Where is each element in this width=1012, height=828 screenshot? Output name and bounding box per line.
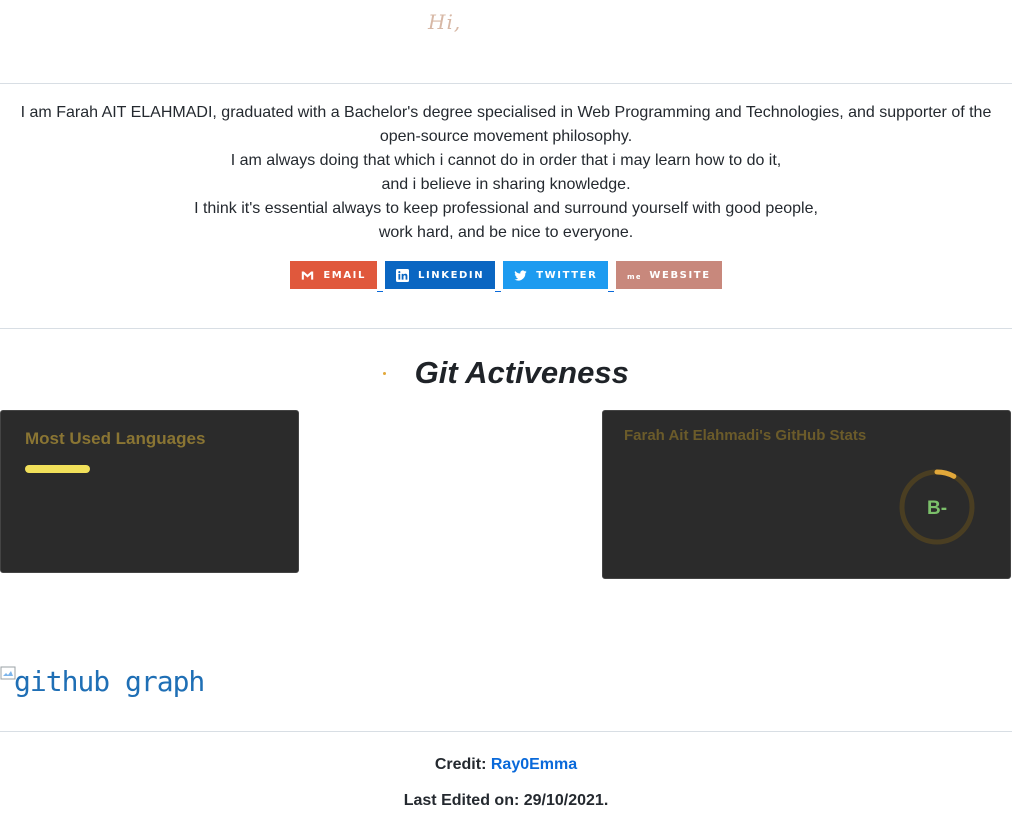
social-badges: EMAIL LINKEDIN TWITTER me WEBSITE (0, 261, 1012, 292)
wave-gif-icon (383, 371, 387, 375)
bio-line: I think it's essential always to keep pr… (194, 200, 818, 217)
bio-text: I am Farah AIT ELAHMADI, graduated with … (0, 101, 1012, 245)
divider-bottom (0, 731, 1012, 732)
languages-card-title: Most Used Languages (25, 429, 206, 448)
most-used-languages-card: Most Used Languages (0, 410, 299, 573)
divider-top (0, 83, 1012, 84)
website-badge-label: WEBSITE (649, 269, 711, 281)
website-badge-link[interactable]: me WEBSITE (616, 261, 722, 289)
bio-line: I am always doing that which i cannot do… (230, 152, 782, 169)
linkedin-badge-label: LINKEDIN (417, 269, 485, 281)
broken-image-icon (0, 666, 16, 680)
credit-label: Credit: (434, 756, 487, 773)
link-underline (376, 291, 383, 292)
grade-text: B- (927, 498, 947, 519)
linkedin-badge-link[interactable]: LINKEDIN (384, 261, 502, 292)
credit-link[interactable]: Ray0Emma (491, 756, 577, 773)
link-underline (608, 291, 615, 292)
about-me-icon: me (627, 271, 640, 280)
twitter-icon (514, 269, 527, 281)
bio-line: I am Farah AIT ELAHMADI, graduated with … (20, 104, 992, 121)
bio-line: work hard, and be nice to everyone. (378, 224, 634, 241)
twitter-badge-label: TWITTER (536, 269, 598, 281)
grade-ring: B- (899, 469, 975, 545)
github-stats-card: Farah Ait Elahmadi's GitHub Stats B- (602, 410, 1011, 579)
divider-middle (0, 328, 1012, 329)
email-badge[interactable]: EMAIL (290, 261, 377, 289)
email-badge-link[interactable]: EMAIL (290, 261, 383, 292)
email-badge-label: EMAIL (323, 269, 366, 281)
language-progress-bar (25, 465, 90, 473)
bio-line: open-source movement philosophy. (379, 128, 633, 145)
section-title: Git Activeness (414, 355, 629, 390)
twitter-badge-link[interactable]: TWITTER (503, 261, 615, 292)
twitter-badge[interactable]: TWITTER (503, 261, 609, 289)
website-badge[interactable]: me WEBSITE (616, 261, 722, 289)
github-graph-alt-text: github graph (14, 665, 205, 698)
github-graph-image: github graph (0, 665, 205, 698)
linkedin-icon (395, 268, 409, 282)
stats-card-title: Farah Ait Elahmadi's GitHub Stats (624, 427, 867, 444)
link-underline (495, 291, 502, 292)
credit-line: Credit: Ray0Emma (0, 756, 1012, 774)
section-heading: Git Activeness (0, 355, 1012, 391)
last-edited: Last Edited on: 29/10/2021. (403, 792, 609, 809)
svg-text:me: me (627, 271, 640, 280)
bio-line: and i believe in sharing knowledge. (381, 176, 631, 193)
greeting-image-text: Hi, (428, 10, 462, 34)
linkedin-badge[interactable]: LINKEDIN (384, 261, 496, 289)
gmail-icon (302, 270, 314, 280)
